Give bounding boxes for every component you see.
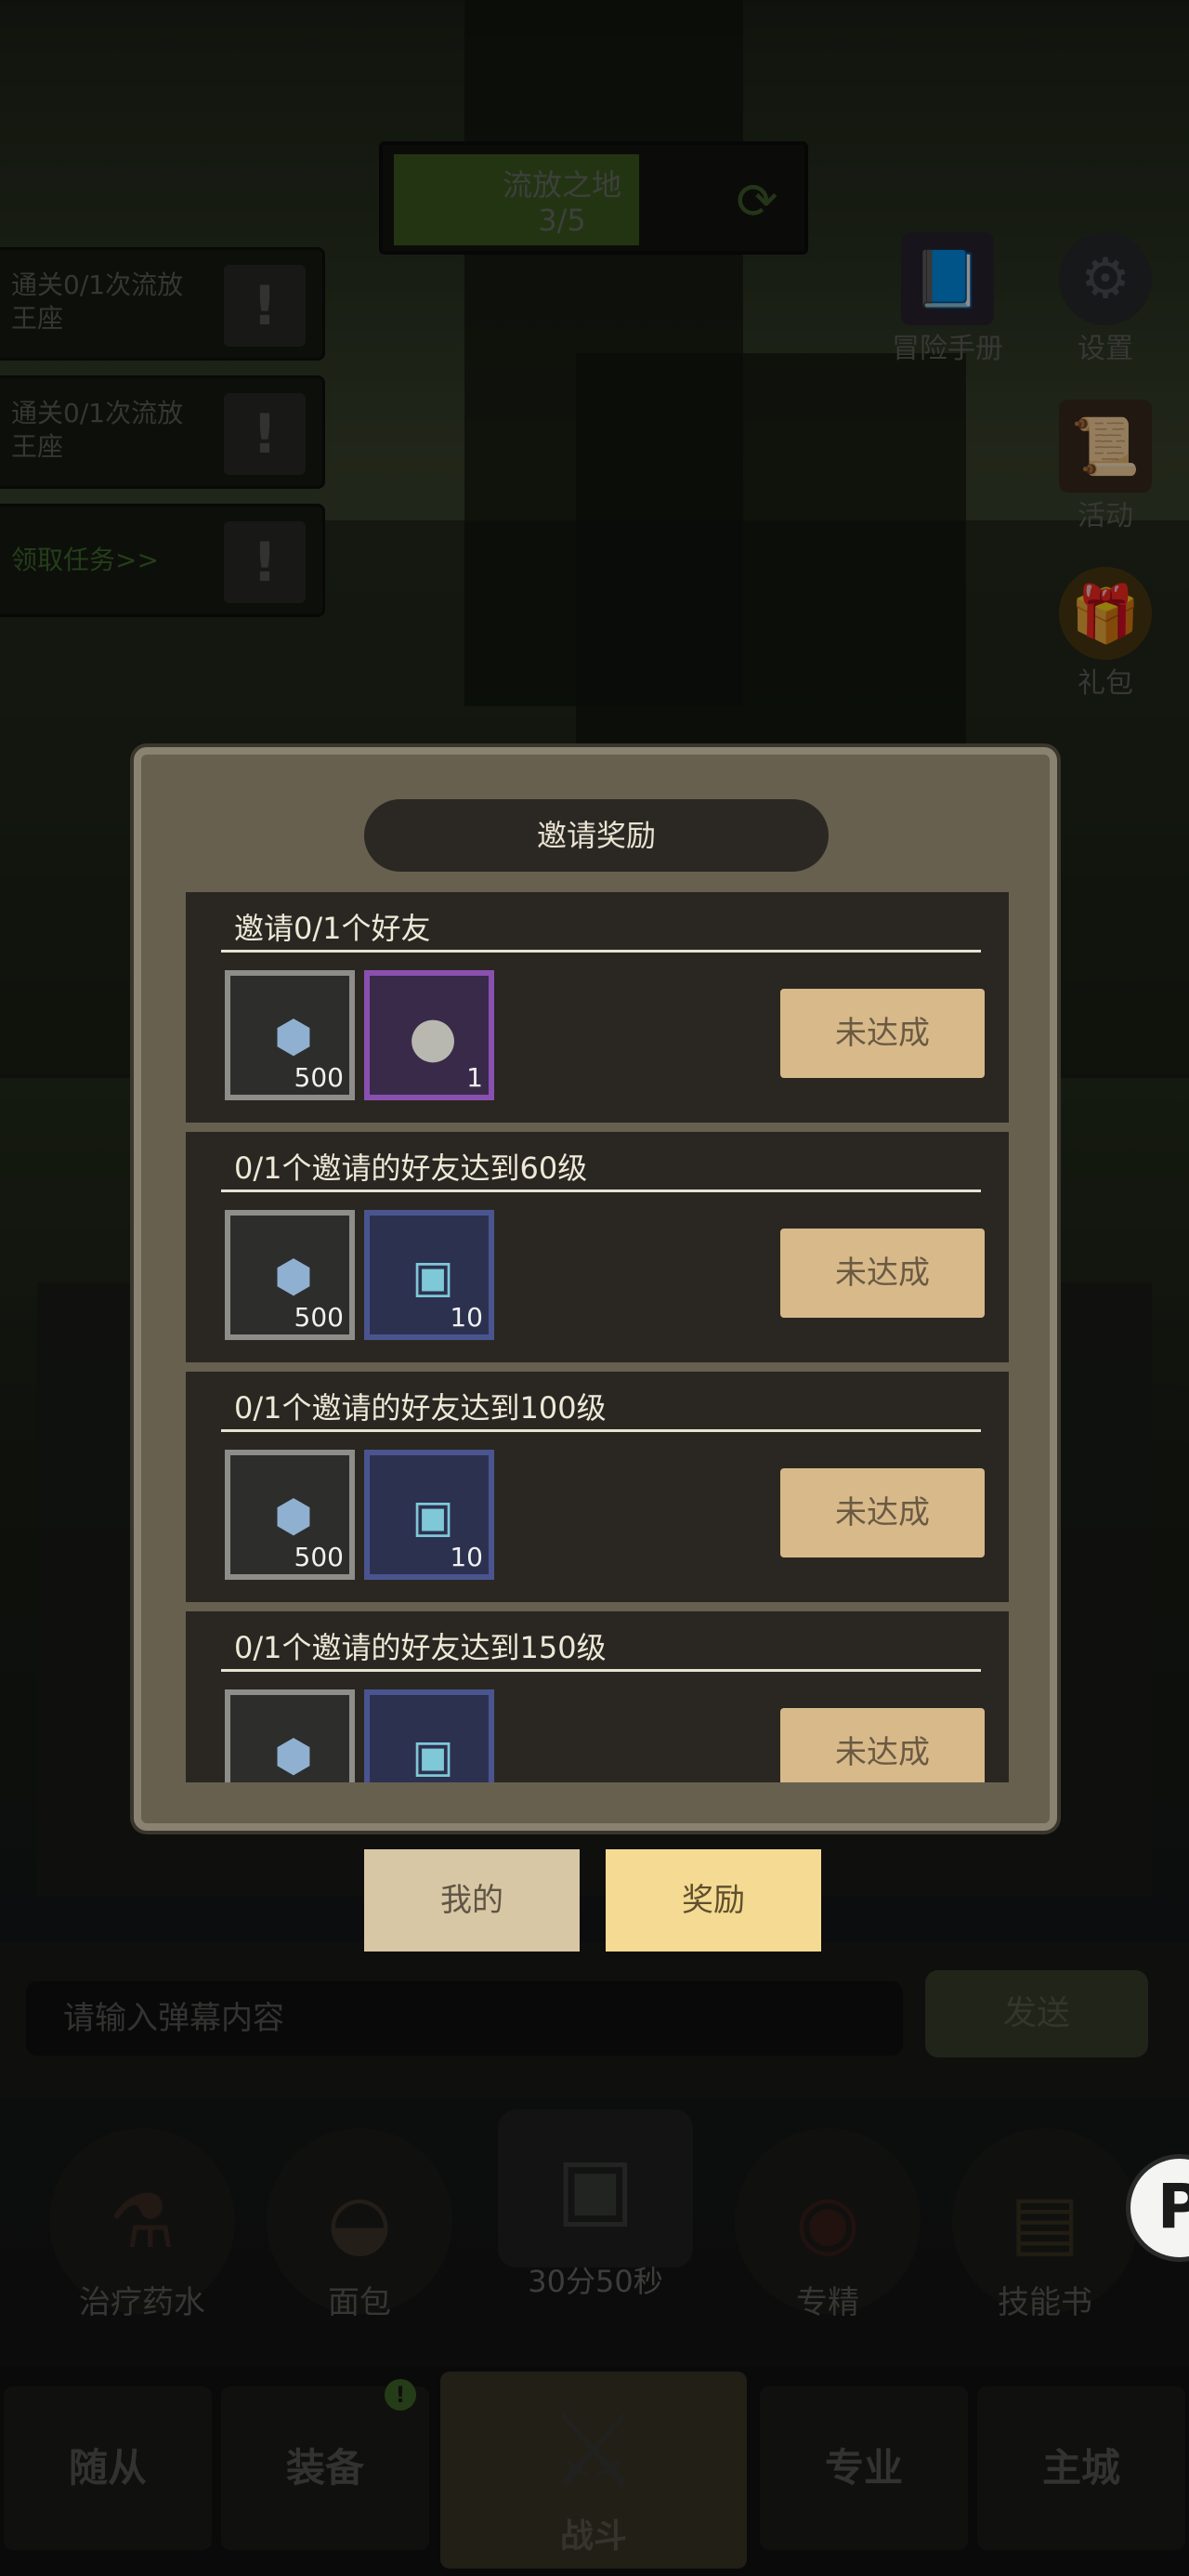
task-item[interactable]: 领取任务>> !: [0, 504, 325, 617]
potion-label: 治疗药水: [79, 2284, 205, 2321]
crossed-swords-icon: ⚔: [547, 2390, 640, 2509]
mastery-label: 专精: [796, 2284, 859, 2321]
companion-portrait-icon: ▣: [412, 1491, 454, 1543]
monster-icon: ●: [408, 1005, 458, 1070]
task-item[interactable]: 通关0/1次流放王座 !: [0, 375, 325, 489]
invite-reward-modal: 邀请奖励 邀请0/1个好友 ⬢ 500 ● 1 未达成 0/1个邀请的好友达到6…: [134, 747, 1057, 1831]
reward-item-slot[interactable]: ▣ 10: [364, 1450, 494, 1580]
location-bar[interactable]: 流放之地 3/5 ⟳: [379, 141, 808, 255]
reward-title: 0/1个邀请的好友达到150级: [234, 1630, 607, 1665]
chest-icon: ▣: [498, 2109, 693, 2267]
danmaku-input[interactable]: 请输入弹幕内容: [26, 1981, 903, 2056]
tab-reward[interactable]: 奖励: [606, 1849, 821, 1952]
item-count: 500: [294, 1302, 344, 1333]
divider: [221, 950, 981, 953]
location-progress: 3/5: [538, 203, 586, 238]
settings-label: 设置: [1078, 333, 1133, 365]
claim-button[interactable]: 未达成: [780, 1468, 985, 1557]
reward-card: 0/1个邀请的好友达到100级 ⬢ 500 ▣ 10 未达成: [186, 1372, 1009, 1602]
reward-item-slot[interactable]: ⬢ 500: [225, 1210, 355, 1340]
tab-mine[interactable]: 我的: [364, 1849, 580, 1952]
reward-item-slot[interactable]: ▣: [364, 1689, 494, 1782]
chest-button[interactable]: ▣ 30分50秒: [479, 2109, 712, 2305]
book-icon: 📘: [901, 232, 994, 325]
divider: [221, 1189, 981, 1192]
nav-followers[interactable]: 随从: [4, 2386, 212, 2550]
divider: [221, 1669, 981, 1672]
bread-button[interactable]: ◒ 面包: [262, 2128, 457, 2322]
modal-title: 邀请奖励: [364, 799, 829, 872]
divider: [221, 1429, 981, 1432]
location-name: 流放之地: [502, 167, 621, 203]
claim-button[interactable]: 未达成: [780, 1229, 985, 1318]
nav-main-city[interactable]: 主城: [977, 2386, 1185, 2550]
nav-equipment[interactable]: 装备: [221, 2386, 429, 2550]
reward-title: 邀请0/1个好友: [234, 911, 431, 946]
reward-title: 0/1个邀请的好友达到100级: [234, 1390, 607, 1426]
refresh-icon[interactable]: ⟳: [726, 171, 788, 232]
skill-book-label: 技能书: [998, 2284, 1092, 2321]
exclamation-icon: !: [224, 521, 306, 603]
game-screen: 流放之地 3/5 ⟳ 通关0/1次流放王座 ! 通关0/1次流放王座 ! 领取任…: [0, 0, 1189, 2576]
nav-battle[interactable]: ⚔ 战斗: [440, 2372, 747, 2569]
adventure-book-button[interactable]: 📘 冒险手册: [892, 232, 1003, 366]
companion-portrait-icon: ▣: [412, 1730, 454, 1782]
send-button[interactable]: 发送: [925, 1970, 1148, 2057]
claim-button[interactable]: 未达成: [780, 989, 985, 1078]
claim-task-link[interactable]: 领取任务>>: [11, 544, 206, 577]
task-text: 通关0/1次流放王座: [11, 269, 184, 334]
gift-pack-label: 礼包: [1078, 667, 1133, 700]
nav-battle-label: 战斗: [559, 2517, 627, 2556]
gift-pack-button[interactable]: 🎁 礼包: [1050, 567, 1161, 701]
chest-timer: 30分50秒: [528, 2264, 663, 2299]
gem-icon: ⬢: [274, 1251, 313, 1303]
companion-portrait-icon: ▣: [412, 1251, 454, 1303]
reward-item-slot[interactable]: ▣ 10: [364, 1210, 494, 1340]
item-count: 10: [450, 1302, 483, 1333]
gift-icon: 🎁: [1059, 567, 1152, 660]
reward-item-slot[interactable]: ⬢: [225, 1689, 355, 1782]
mastery-button[interactable]: ◉ 专精: [730, 2128, 925, 2322]
reward-card: 0/1个邀请的好友达到60级 ⬢ 500 ▣ 10 未达成: [186, 1132, 1009, 1362]
nav-profession[interactable]: 专业: [760, 2386, 968, 2550]
reward-item-slot[interactable]: ⬢ 500: [225, 1450, 355, 1580]
exclamation-icon: !: [224, 265, 306, 347]
gem-icon: ⬢: [274, 1730, 313, 1782]
reward-card: 邀请0/1个好友 ⬢ 500 ● 1 未达成: [186, 892, 1009, 1123]
exclamation-icon: !: [224, 393, 306, 475]
reward-list[interactable]: 邀请0/1个好友 ⬢ 500 ● 1 未达成 0/1个邀请的好友达到60级 ⬢ …: [186, 892, 1009, 1782]
item-count: 500: [294, 1542, 344, 1572]
healing-potion-button[interactable]: ⚗ 治疗药水: [45, 2128, 240, 2322]
gear-icon: ⚙: [1059, 232, 1152, 325]
task-text: 通关0/1次流放王座: [11, 398, 184, 462]
reward-item-slot[interactable]: ● 1: [364, 970, 494, 1100]
adventure-book-label: 冒险手册: [892, 333, 1003, 365]
events-label: 活动: [1078, 500, 1133, 532]
settings-button[interactable]: ⚙ 设置: [1050, 232, 1161, 366]
item-count: 1: [466, 1062, 483, 1093]
scroll-icon: 📜: [1059, 400, 1152, 493]
reward-item-slot[interactable]: ⬢ 500: [225, 970, 355, 1100]
chat-bar: 请输入弹幕内容 发送: [0, 1942, 1189, 2098]
reward-title: 0/1个邀请的好友达到60级: [234, 1150, 588, 1186]
task-item[interactable]: 通关0/1次流放王座 !: [0, 247, 325, 361]
bottom-nav: 随从 装备 ! ⚔ 战斗 专业 主城: [0, 2366, 1189, 2576]
bread-label: 面包: [328, 2284, 391, 2321]
claim-button[interactable]: 未达成: [780, 1708, 985, 1782]
events-button[interactable]: 📜 活动: [1050, 400, 1161, 533]
reward-card: 0/1个邀请的好友达到150级 ⬢ ▣ 未达成: [186, 1611, 1009, 1782]
item-count: 500: [294, 1062, 344, 1093]
gem-icon: ⬢: [274, 1011, 313, 1063]
item-count: 10: [450, 1542, 483, 1572]
gem-icon: ⬢: [274, 1491, 313, 1543]
skill-book-button[interactable]: ▤ 技能书: [947, 2128, 1143, 2322]
notification-badge: !: [385, 2379, 416, 2411]
